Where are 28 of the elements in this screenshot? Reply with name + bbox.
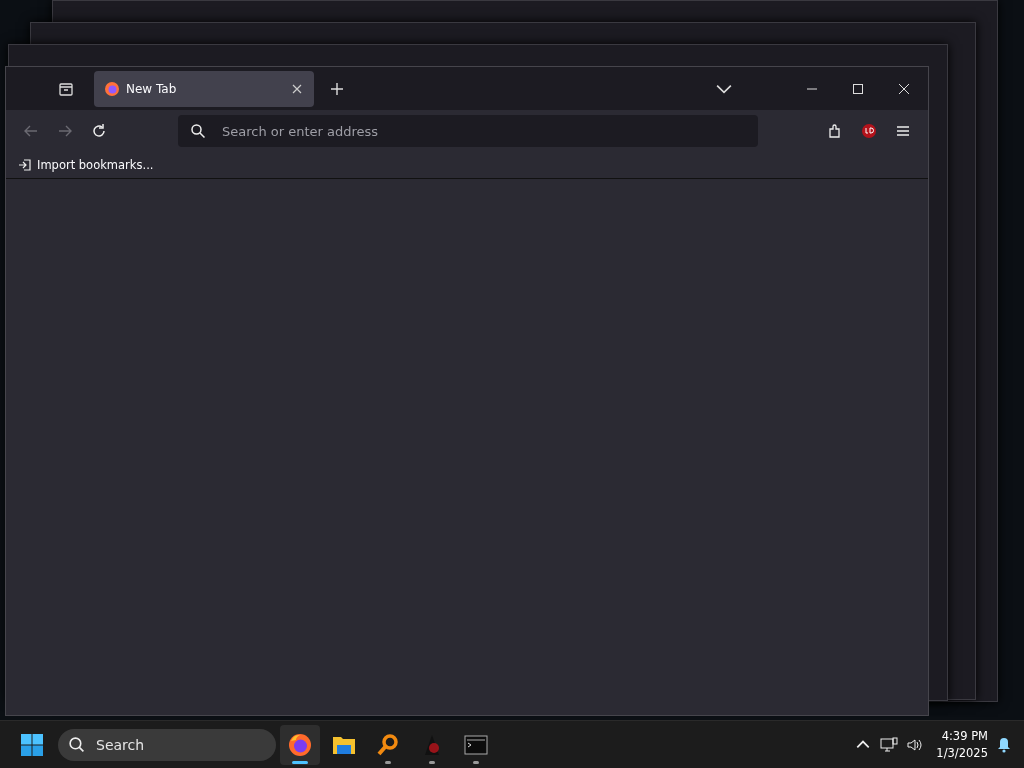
windows-logo-icon[interactable] [20, 732, 44, 757]
clock-time[interactable]: 4:39 PM [941, 727, 988, 745]
browser-logo-icon [104, 80, 120, 97]
tab-tray-icon[interactable] [58, 80, 74, 97]
taskbar-search-field[interactable]: Search [94, 735, 266, 754]
search-icon [190, 123, 206, 139]
menu-icon[interactable] [895, 123, 911, 139]
import-icon [18, 158, 32, 172]
address-field[interactable]: Search or enter address [220, 122, 746, 140]
network-icon[interactable] [880, 736, 899, 753]
taskbar-search-bar[interactable]: Search [58, 728, 276, 761]
terminal-icon [464, 732, 488, 757]
close-icon[interactable] [898, 82, 910, 95]
maximize-icon[interactable] [852, 82, 864, 95]
reload-icon[interactable] [91, 123, 107, 139]
clock-date[interactable]: 1/3/2025 [936, 744, 988, 762]
address-bar[interactable]: Search or enter address [178, 115, 758, 147]
close-tab-icon[interactable] [292, 83, 302, 94]
new-tab-icon[interactable] [330, 81, 344, 96]
fox-globe-icon [288, 732, 312, 757]
import-bookmarks-link[interactable]: Import bookmarks... [18, 158, 154, 172]
taskbar-app[interactable] [280, 724, 320, 765]
search-icon [68, 736, 85, 753]
magnifier-icon [376, 732, 400, 757]
browser-tab[interactable]: New Tab [94, 70, 314, 107]
speaker-icon[interactable] [906, 736, 925, 753]
shield-badge-icon[interactable] [861, 123, 877, 139]
bell-icon[interactable] [996, 736, 1012, 753]
